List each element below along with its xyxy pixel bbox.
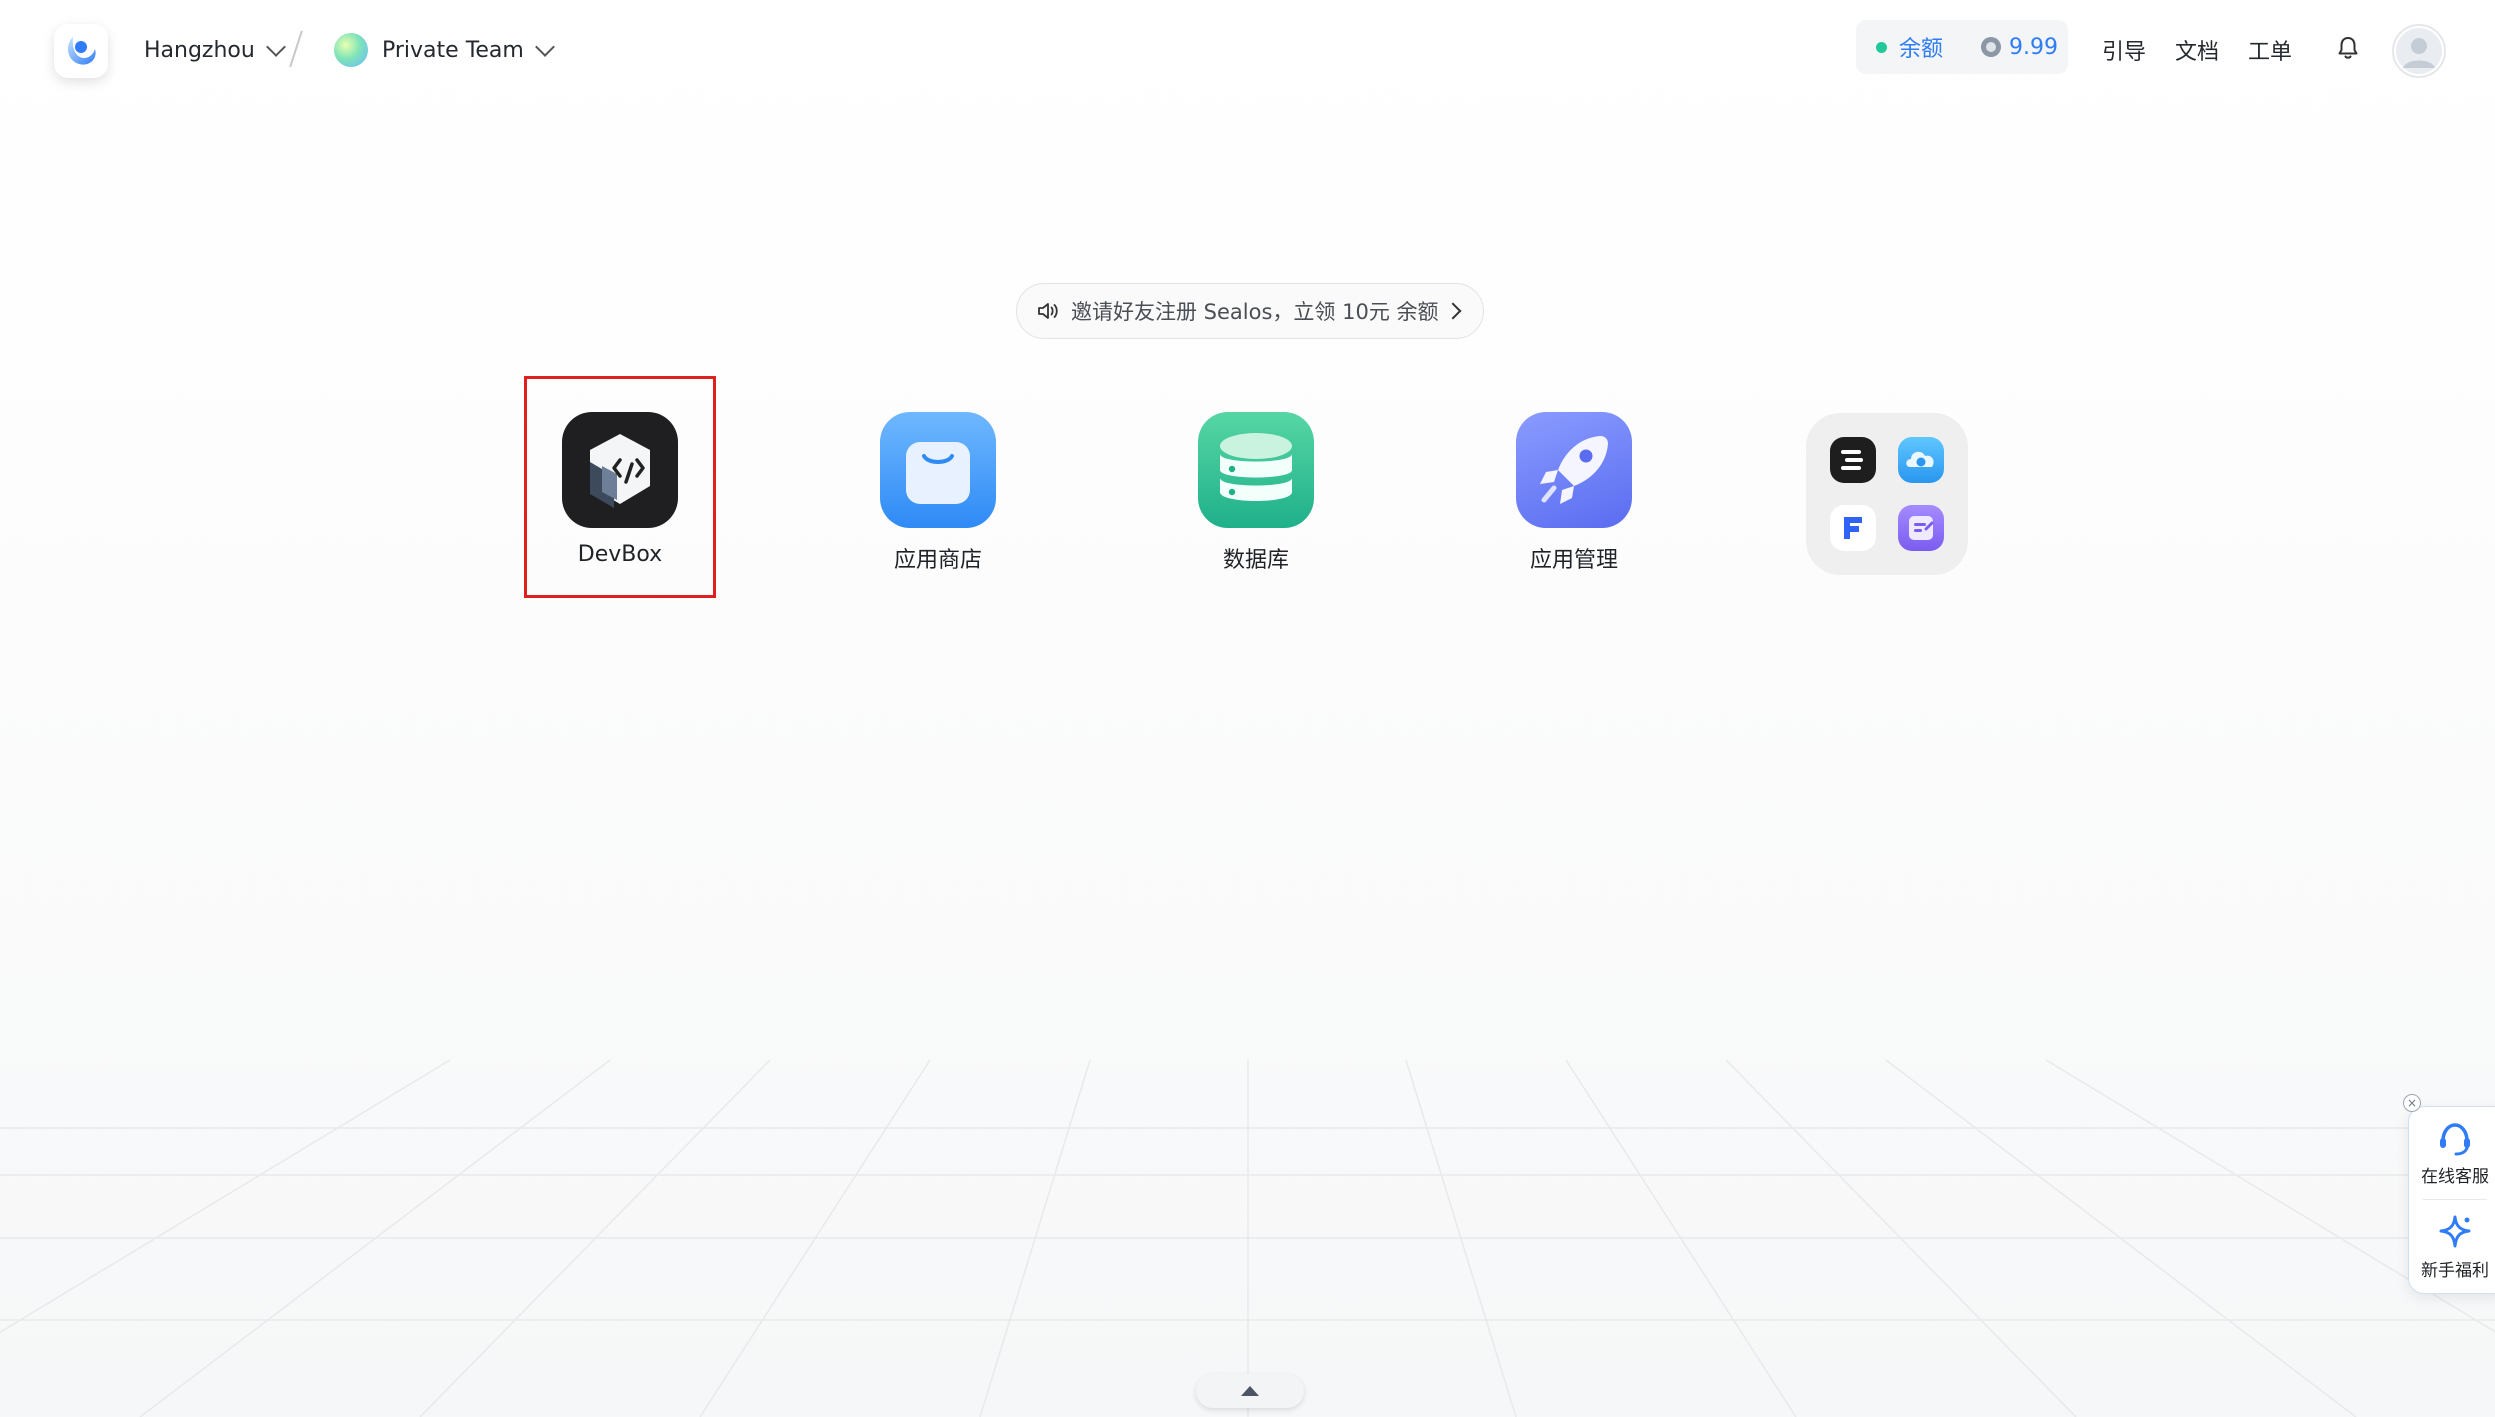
- devbox-highlight-box: [524, 376, 716, 598]
- app-database[interactable]: 数据库: [1166, 412, 1346, 574]
- balance-badge[interactable]: 余额 9.99: [1856, 20, 2068, 74]
- docs-link[interactable]: 文档: [2175, 34, 2219, 66]
- form-app-icon: [1830, 505, 1876, 551]
- app-label: 应用商店: [893, 548, 982, 573]
- app-store[interactable]: 应用商店: [848, 412, 1028, 574]
- online-support-label: 在线客服: [2421, 1167, 2489, 1187]
- app-label: 应用管理: [1529, 548, 1618, 573]
- guide-link[interactable]: 引导: [2102, 34, 2146, 66]
- speaker-icon: [1038, 303, 1058, 319]
- user-icon: [2396, 28, 2442, 74]
- sparkle-icon: [2439, 1215, 2471, 1248]
- dock-toggle-button[interactable]: [1196, 1374, 1304, 1408]
- chevron-right-icon: [1444, 302, 1462, 320]
- cloud-storage-icon: [1898, 437, 1944, 483]
- invite-banner-text: 邀请好友注册 Sealos，立领 10元 余额: [1071, 300, 1439, 324]
- headset-icon: [2440, 1123, 2470, 1156]
- app-management[interactable]: 应用管理: [1484, 412, 1664, 574]
- user-avatar[interactable]: [2392, 24, 2446, 78]
- app-label: 数据库: [1222, 548, 1289, 573]
- chevron-down-icon: [265, 37, 286, 57]
- newbie-welfare-label: 新手福利: [2421, 1261, 2489, 1281]
- background-floor-grid: [0, 1059, 2495, 1417]
- top-bar: Hangzhou Private Team 余额 9.99 引导 文档 工单: [0, 0, 2495, 100]
- invite-banner[interactable]: 邀请好友注册 Sealos，立领 10元 余额: [1016, 283, 1484, 339]
- breadcrumb-separator: [289, 30, 303, 68]
- status-dot: [1876, 41, 1887, 53]
- bell-icon[interactable]: [2332, 32, 2364, 64]
- balance-value: 9.99: [2009, 34, 2058, 60]
- caret-up-icon: [1241, 1386, 1259, 1396]
- team-label: Private Team: [382, 37, 524, 63]
- rocket-icon: [1516, 412, 1632, 528]
- app-folder[interactable]: [1806, 413, 1968, 575]
- chevron-down-icon: [534, 37, 555, 57]
- newbie-welfare-button[interactable]: 新手福利: [2409, 1213, 2495, 1281]
- region-selector[interactable]: Hangzhou: [144, 32, 286, 68]
- team-selector[interactable]: Private Team: [334, 32, 555, 68]
- region-label: Hangzhou: [144, 37, 255, 63]
- terminal-app-icon: [1830, 437, 1876, 483]
- sealos-logo[interactable]: [54, 24, 108, 78]
- ticket-link[interactable]: 工单: [2248, 34, 2292, 66]
- online-support-button[interactable]: 在线客服: [2409, 1121, 2495, 1187]
- team-avatar: [334, 33, 368, 67]
- coin-icon: [1981, 37, 2002, 57]
- note-editor-icon: [1898, 505, 1944, 551]
- widget-divider: [2423, 1199, 2487, 1200]
- floating-support-widget: 在线客服 新手福利: [2408, 1106, 2495, 1294]
- database-icon: [1198, 412, 1314, 528]
- app-store-bag-icon: [880, 412, 996, 528]
- close-icon[interactable]: ×: [2403, 1094, 2421, 1112]
- logo-icon: [67, 37, 96, 65]
- balance-label: 余额: [1899, 37, 1944, 62]
